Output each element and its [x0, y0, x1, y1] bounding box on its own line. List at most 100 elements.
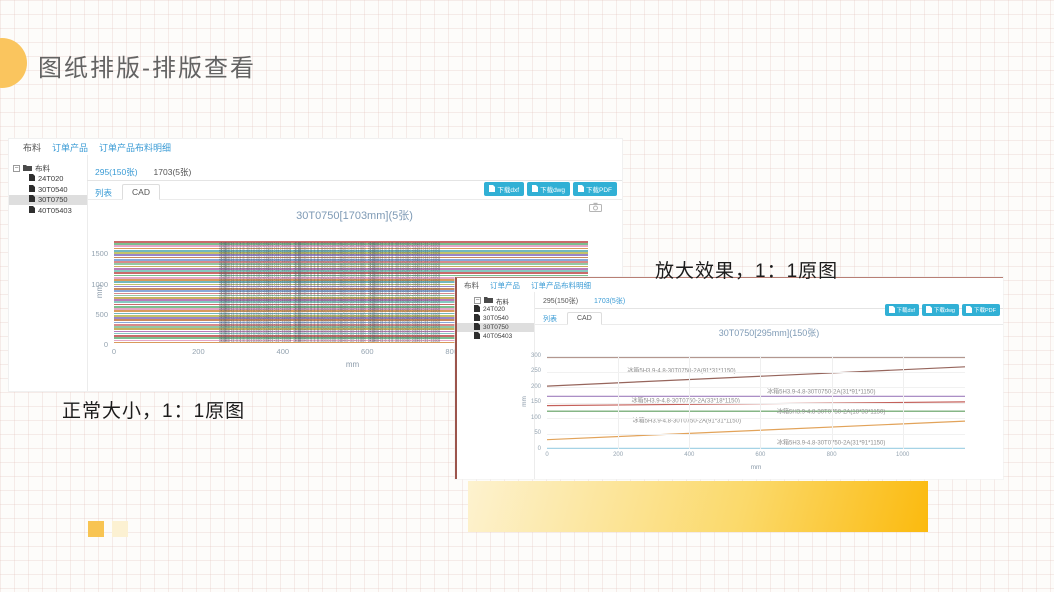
tree-item-label: 30T0750	[38, 195, 68, 204]
tree-item-label: 24T020	[483, 306, 505, 313]
size-tab-1703(5张)[interactable]: 1703(5张)	[154, 166, 192, 178]
tree-item-24T020[interactable]: 24T020	[9, 174, 87, 185]
module-tab-bar: 布料订单产品订单产品布料明细	[464, 279, 591, 291]
file-icon	[29, 206, 35, 215]
bottom-gradient-bar-decoration	[468, 481, 928, 532]
slide-title: 图纸排版-排版查看	[38, 48, 256, 83]
file-export-icon	[889, 306, 895, 315]
file-icon	[474, 332, 480, 341]
folder-icon	[23, 164, 32, 173]
x-axis-label: mm	[547, 464, 965, 471]
chart-title: 30T0750[1703mm](5张)	[87, 207, 622, 223]
y-tick: 300	[531, 353, 541, 359]
export-button-下载dwg[interactable]: 下载dwg	[527, 182, 570, 196]
gridline-h	[547, 418, 965, 419]
tree-item-label: 24T020	[38, 174, 63, 183]
x-tick: 600	[755, 452, 765, 458]
strip-label: 冰箱5H3.9-4.8-30T0750-2A(91*31*1150)	[633, 415, 741, 424]
export-button-下载PDF[interactable]: 下载PDF	[962, 304, 1000, 316]
x-tick: 600	[361, 347, 374, 356]
tree-item-40T05403[interactable]: 40T05403	[9, 205, 87, 216]
file-icon	[474, 314, 480, 323]
file-icon	[29, 195, 35, 204]
pale-square-decoration	[112, 521, 128, 537]
export-button-下载dxf[interactable]: 下载dxf	[484, 182, 524, 196]
tree-item-30T0540[interactable]: 30T0540	[457, 314, 534, 323]
tab-订单产品布料明细[interactable]: 订单产品布料明细	[531, 280, 591, 291]
module-tab-bar: 布料订单产品订单产品布料明细	[23, 141, 171, 154]
tree-item-30T0540[interactable]: 30T0540	[9, 184, 87, 195]
chart-title: 30T0750[295mm](150张)	[535, 326, 1003, 339]
file-export-icon	[578, 185, 584, 194]
file-export-icon	[926, 306, 932, 315]
y-tick: 250	[531, 368, 541, 374]
export-button-label: 下载dxf	[497, 184, 519, 194]
folder-icon	[484, 296, 493, 305]
accent-circle-decoration	[0, 38, 27, 88]
tree-item-label: 40T05403	[38, 206, 72, 215]
x-tick: 800	[827, 452, 837, 458]
x-axis-ticks: 02004006008001000	[547, 452, 965, 461]
gridline-h	[547, 434, 965, 435]
y-tick: 500	[95, 310, 108, 319]
tree-item-label: 30T0750	[483, 324, 509, 331]
collapse-icon[interactable]: −	[13, 165, 20, 172]
export-button-label: 下载PDF	[974, 306, 996, 314]
x-tick: 200	[192, 347, 205, 356]
y-axis-label: mm	[521, 396, 528, 407]
gridline-h	[547, 403, 965, 404]
size-tab-295(150张)[interactable]: 295(150张)	[543, 296, 578, 306]
file-export-icon	[532, 185, 538, 194]
view-tab-列表[interactable]: 列表	[543, 314, 557, 324]
view-tab-列表[interactable]: 列表	[95, 187, 112, 199]
tab-布料[interactable]: 布料	[464, 280, 479, 291]
view-tab-CAD[interactable]: CAD	[122, 184, 160, 200]
export-button-row: 下载dxf 下载dwg 下载PDF	[484, 182, 617, 196]
export-button-label: 下载dxf	[897, 306, 915, 314]
collapse-icon[interactable]: −	[474, 297, 481, 304]
tree-item-40T05403[interactable]: 40T05403	[457, 332, 534, 341]
gridline-h	[547, 372, 965, 373]
size-tab-295(150张)[interactable]: 295(150张)	[95, 166, 138, 178]
file-icon	[29, 185, 35, 194]
strip-layout-chart: 冰箱5H3.9-4.8-30T0750-2A(91*31*1150) 冰箱5H3.…	[547, 356, 965, 449]
tree-root-label: 布料	[35, 163, 50, 174]
screenshot-zoomed: 布料订单产品订单产品布料明细 −布料24T02030T054030T075040…	[455, 277, 1003, 479]
x-tick: 400	[684, 452, 694, 458]
y-tick: 1500	[91, 249, 108, 258]
tree-root[interactable]: − 布料	[457, 296, 534, 305]
export-button-label: 下载dwg	[934, 306, 955, 314]
y-tick: 0	[104, 340, 108, 349]
gridline-h	[547, 356, 965, 357]
tree-item-30T0750[interactable]: 30T0750	[9, 195, 87, 206]
export-button-label: 下载dwg	[540, 184, 565, 194]
tab-订单产品布料明细[interactable]: 订单产品布料明细	[99, 141, 171, 154]
y-tick: 0	[538, 446, 541, 452]
caption-zoom-effect: 放大效果，1：1原图	[655, 256, 838, 283]
y-tick: 200	[531, 384, 541, 390]
tree-item-24T020[interactable]: 24T020	[457, 305, 534, 314]
yellow-square-decoration	[88, 521, 104, 537]
view-tab-CAD[interactable]: CAD	[567, 312, 602, 325]
tree-item-30T0750[interactable]: 30T0750	[457, 323, 534, 332]
x-tick: 0	[112, 347, 116, 356]
caption-normal-size: 正常大小，1：1原图	[62, 396, 245, 423]
export-button-row: 下载dxf 下载dwg 下载PDF	[885, 304, 1000, 316]
tree-root[interactable]: − 布料	[9, 163, 87, 174]
tree-item-label: 30T0540	[483, 315, 509, 322]
x-tick: 1000	[896, 452, 909, 458]
export-button-下载dwg[interactable]: 下载dwg	[922, 304, 959, 316]
tree-item-label: 40T05403	[483, 333, 512, 340]
export-button-下载PDF[interactable]: 下载PDF	[573, 182, 617, 196]
file-icon	[29, 174, 35, 183]
export-button-label: 下载PDF	[586, 184, 612, 194]
size-tab-1703(5张)[interactable]: 1703(5张)	[594, 296, 625, 306]
strip-label: 冰箱5H3.9-4.8-30T0750-2A(91*31*1150)	[627, 366, 735, 375]
tab-布料[interactable]: 布料	[23, 141, 41, 154]
tree-root-label: 布料	[496, 296, 509, 306]
file-export-icon	[489, 185, 495, 194]
tab-订单产品[interactable]: 订单产品	[490, 280, 520, 291]
tab-订单产品[interactable]: 订单产品	[52, 141, 88, 154]
export-button-下载dxf[interactable]: 下载dxf	[885, 304, 919, 316]
x-tick: 200	[613, 452, 623, 458]
